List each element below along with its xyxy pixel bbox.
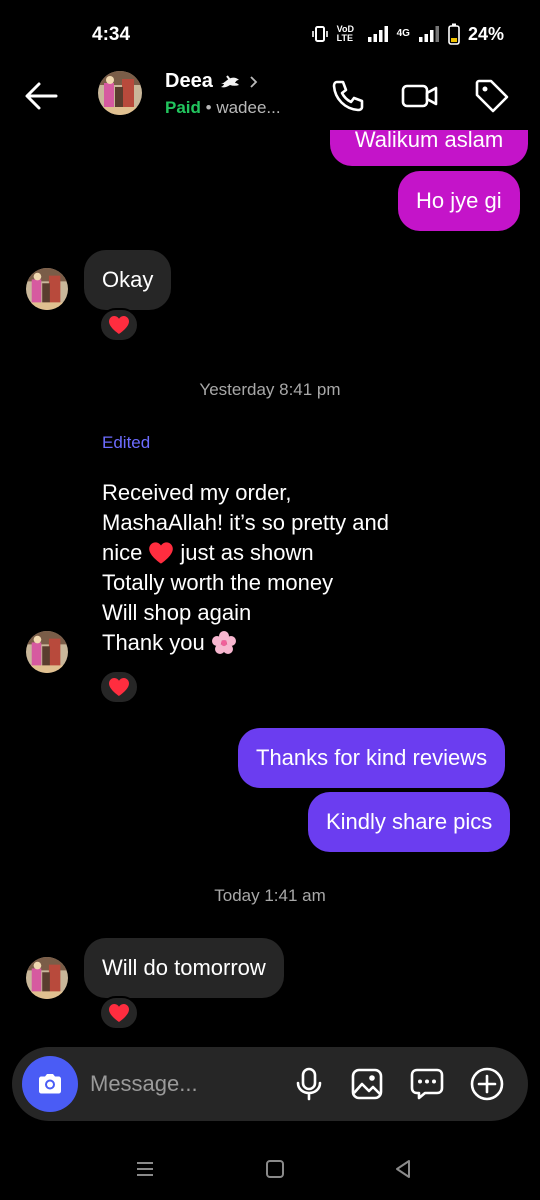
chat-bubble-icon [410,1068,444,1100]
separator-dot: • [200,98,217,117]
arrow-left-icon [25,82,58,110]
menu-icon [137,1162,153,1176]
gallery-button[interactable] [348,1065,386,1103]
tag-icon [475,79,509,113]
status-icons: VoD LTE 4G 24% [311,23,504,45]
outgoing-message[interactable]: Ho jye gi [398,171,520,231]
edited-label[interactable]: Edited [102,433,150,453]
heart-reaction[interactable] [99,308,139,342]
message-text: Will do tomorrow [102,955,266,980]
message-text: Kindly share pics [326,809,493,834]
message-text: Received my order, [102,480,292,505]
message-text: Totally worth the money [102,570,334,595]
triangle-back-icon [396,1160,410,1178]
status-bar: 4:34 VoD LTE 4G 24% [0,0,540,64]
message-line: nice just as shown [102,538,482,568]
message-line: Will shop again [102,598,482,628]
message-line: Received my order, [102,478,482,508]
tag-button[interactable] [472,76,512,116]
message-text: Will shop again [102,600,252,625]
home-button[interactable] [260,1154,290,1184]
sender-avatar[interactable] [26,957,68,999]
sticker-button[interactable] [408,1065,446,1103]
review-message[interactable]: Received my order, MashaAllah! it’s so p… [102,478,482,658]
message-text: Thank you [102,630,205,655]
sender-avatar[interactable] [26,631,68,673]
contact-name[interactable]: Deea [165,70,261,93]
message-composer [12,1047,528,1121]
volte-badge: VoD LTE [336,24,354,43]
image-icon [351,1068,383,1100]
system-back-button[interactable] [388,1154,418,1184]
message-text: nice [102,540,143,565]
contact-name-text: Deea [165,70,213,92]
timestamp: Yesterday 8:41 pm [199,380,341,399]
microphone-icon [296,1067,322,1101]
heart-icon [109,1004,129,1022]
voice-message-button[interactable] [290,1065,328,1103]
heart-icon [109,316,129,334]
incoming-message[interactable]: Will do tomorrow [84,938,284,998]
signal-icon [367,26,388,42]
camera-button[interactable] [22,1056,78,1112]
more-options-button[interactable] [468,1065,506,1103]
contact-avatar[interactable] [98,71,142,115]
back-button[interactable] [20,74,64,118]
paid-label: Paid [165,98,201,117]
plus-circle-icon [470,1067,504,1101]
sender-avatar[interactable] [26,268,68,310]
net-4g-label: 4G [396,28,410,39]
heart-icon [109,678,129,696]
message-text: just as shown [180,540,314,565]
message-text: Okay [102,267,154,292]
status-time: 4:34 [92,24,131,45]
video-camera-icon [401,84,438,108]
voice-call-button[interactable] [328,76,368,116]
message-line: Totally worth the money [102,568,482,598]
message-line: Thank you [102,628,482,658]
red-heart-emoji-icon [149,542,174,564]
battery-icon [448,23,460,45]
message-input[interactable] [90,1069,280,1099]
message-text: Ho jye gi [416,188,502,213]
message-text: Thanks for kind reviews [256,745,488,770]
battery-percent: 24% [467,23,504,44]
heart-reaction[interactable] [99,996,139,1030]
system-nav-bar [0,1140,540,1200]
message-text: Walikum aslam [354,127,504,152]
video-call-button[interactable] [400,76,440,116]
cherry-blossom-emoji-icon [211,631,236,654]
square-icon [266,1160,284,1178]
phone-icon [332,80,364,112]
incoming-message[interactable]: Okay [84,250,172,310]
camera-icon [39,1074,61,1094]
message-text: MashaAllah! it’s so pretty and [102,510,389,535]
chevron-right-icon [250,75,258,88]
outgoing-message[interactable]: Thanks for kind reviews [238,728,506,788]
signal-icon-2 [418,26,439,42]
recent-apps-button[interactable] [130,1154,160,1184]
dove-icon [220,74,239,87]
contact-subtitle: Paid • wadee... [165,98,281,118]
contact-username: wadee... [216,98,281,117]
message-line: MashaAllah! it’s so pretty and [102,508,482,538]
outgoing-message[interactable]: Kindly share pics [308,792,511,852]
header-overlay: Deea Paid • wadee... [0,64,540,130]
vibrate-icon [311,26,328,42]
heart-reaction[interactable] [99,670,139,704]
timestamp: Today 1:41 am [214,886,326,905]
